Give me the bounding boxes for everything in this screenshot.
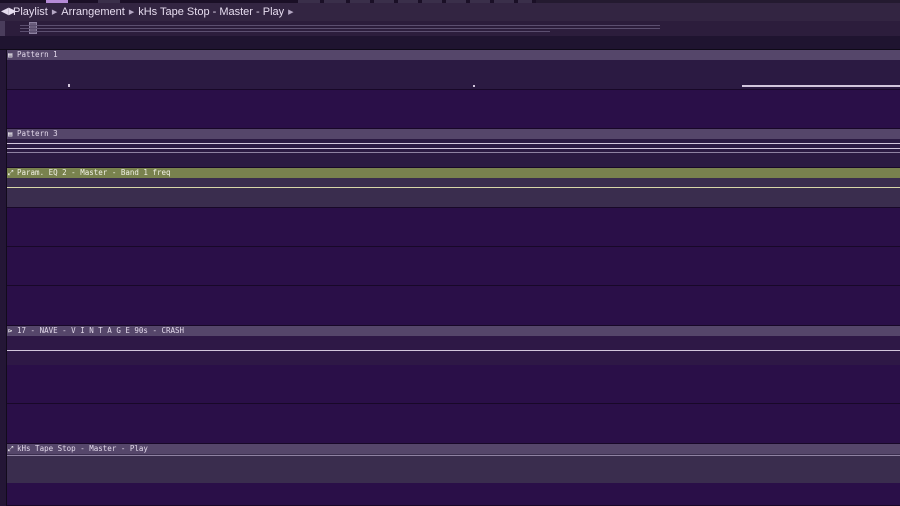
clip-label: kHs Tape Stop - Master - Play <box>17 444 148 453</box>
window-options-icon[interactable]: ◀▶ <box>1 5 16 19</box>
track-list-gutter[interactable] <box>0 50 7 506</box>
playlist-track-6[interactable] <box>7 247 900 286</box>
clip-body[interactable] <box>7 139 900 167</box>
playlist-track-7[interactable] <box>7 286 900 326</box>
timeline-ruler[interactable] <box>0 36 900 50</box>
note-mark <box>68 84 70 87</box>
breadcrumb-arrangement[interactable]: Arrangement <box>61 6 125 18</box>
automation-icon[interactable]: ⤢ <box>8 169 15 177</box>
automation-clip[interactable]: ⤢ Param. EQ 2 - Master - Band 1 freq <box>7 168 900 207</box>
playlist-title-bar[interactable]: ◀▶ Playlist ▶ Arrangement ▶ kHs Tape Stop - … <box>0 3 900 21</box>
note-mark <box>742 85 900 87</box>
playlist-track-9[interactable] <box>7 365 900 404</box>
clip-header[interactable]: ▤ Pattern 3 <box>7 129 900 139</box>
clip-body[interactable] <box>7 336 900 365</box>
overview-clip-line <box>20 25 660 26</box>
clip-body[interactable] <box>7 454 900 483</box>
clip-body[interactable] <box>7 178 900 207</box>
clip-header[interactable]: ▤ Pattern 1 <box>7 50 900 60</box>
chevron-right-icon: ▶ <box>128 9 135 16</box>
chevron-right-icon: ▶ <box>288 9 294 16</box>
overview-clip-line <box>20 28 660 29</box>
clip-header[interactable]: ⤢ Param. EQ 2 - Master - Band 1 freq <box>7 168 900 178</box>
overview-clip-line <box>20 31 550 32</box>
audio-waveform <box>7 350 900 351</box>
pattern-icon[interactable]: ▤ <box>8 51 15 59</box>
automation-envelope <box>7 455 900 456</box>
breadcrumb-playlist[interactable]: Playlist <box>13 6 48 18</box>
playlist-track-2[interactable] <box>7 90 900 129</box>
playlist-track-12[interactable] <box>7 483 900 506</box>
clip-header[interactable]: ⤢ kHs Tape Stop - Master - Play <box>7 444 900 454</box>
clip-label: Pattern 1 <box>17 50 58 59</box>
audio-clip[interactable]: ⊳ 17 - NAVE - V I N T A G E 90s - CRASH <box>7 326 900 365</box>
breadcrumb-selected-clip[interactable]: kHs Tape Stop - Master - Play <box>138 6 284 18</box>
audio-clip-icon[interactable]: ⊳ <box>8 327 15 335</box>
note-line <box>7 143 900 144</box>
pattern-icon[interactable]: ▤ <box>8 130 15 138</box>
playlist-track-10[interactable] <box>7 404 900 444</box>
clip-body[interactable] <box>7 60 900 89</box>
playlist-track-5[interactable] <box>7 208 900 247</box>
automation-icon[interactable]: ⤢ <box>8 445 15 453</box>
note-mark <box>473 85 475 87</box>
clip-header[interactable]: ⊳ 17 - NAVE - V I N T A G E 90s - CRASH <box>7 326 900 336</box>
playlist-overview-scrollbar[interactable] <box>0 21 900 36</box>
note-line <box>7 148 900 149</box>
breadcrumb: Playlist ▶ Arrangement ▶ kHs Tape Stop - Mas… <box>13 4 298 20</box>
note-line <box>7 152 900 153</box>
pattern-clip[interactable]: ▤ Pattern 1 <box>7 50 900 89</box>
automation-clip[interactable]: ⤢ kHs Tape Stop - Master - Play <box>7 444 900 483</box>
clip-label: 17 - NAVE - V I N T A G E 90s - CRASH <box>17 326 185 335</box>
clip-label: Pattern 3 <box>17 129 58 138</box>
clip-label: Param. EQ 2 - Master - Band 1 freq <box>17 168 171 177</box>
automation-envelope <box>7 187 900 188</box>
pattern-clip[interactable]: ▤ Pattern 3 <box>7 129 900 167</box>
chevron-right-icon: ▶ <box>51 9 58 16</box>
